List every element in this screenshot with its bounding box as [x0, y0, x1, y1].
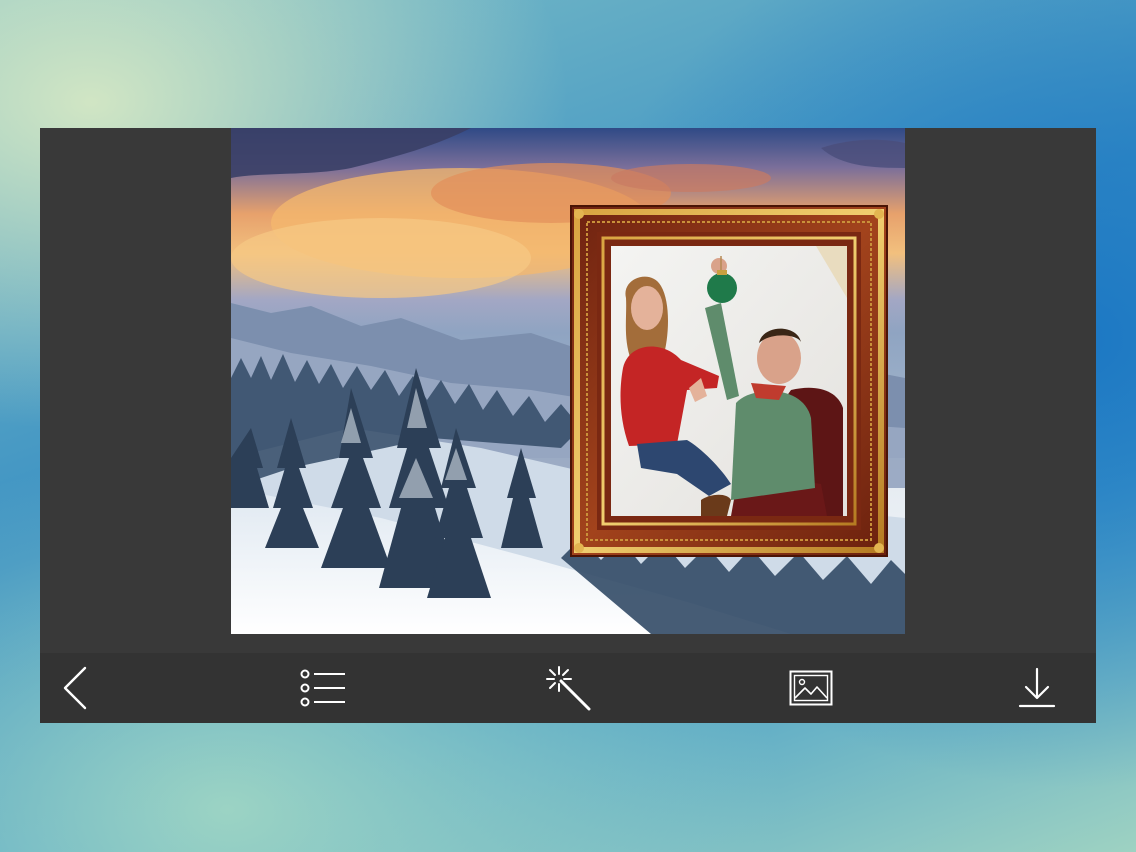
photo-frame[interactable] [570, 205, 888, 557]
magic-wand-icon [546, 666, 591, 711]
editor-panel [40, 128, 1096, 723]
background-scene [231, 128, 905, 634]
save-button[interactable] [1010, 663, 1064, 713]
gallery-button[interactable] [784, 663, 838, 713]
list-icon [300, 669, 345, 707]
frames-list-button[interactable] [296, 663, 350, 713]
framed-photo [611, 246, 847, 516]
effects-button[interactable] [541, 663, 595, 713]
bottom-toolbar [40, 653, 1096, 723]
editor-canvas[interactable] [231, 128, 905, 634]
download-icon [1018, 667, 1056, 708]
chevron-left-icon [63, 666, 87, 710]
back-button[interactable] [49, 663, 103, 713]
image-icon [789, 670, 833, 706]
